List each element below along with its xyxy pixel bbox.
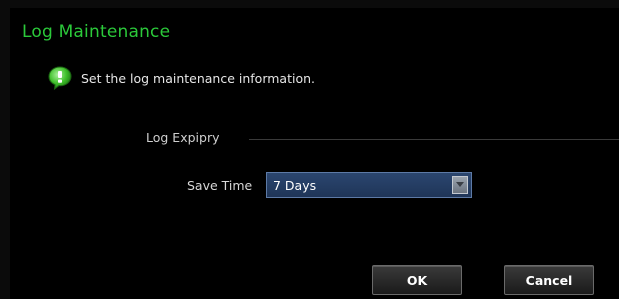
- save-time-label: Save Time: [187, 178, 253, 193]
- info-text: Set the log maintenance information.: [81, 70, 315, 86]
- ok-button[interactable]: OK: [372, 265, 462, 295]
- log-expiry-section-label: Log Expipry: [146, 130, 220, 145]
- dialog-panel: [10, 8, 619, 299]
- cancel-button[interactable]: Cancel: [504, 265, 594, 295]
- chevron-down-icon[interactable]: [452, 176, 468, 194]
- dialog-title: Log Maintenance: [22, 22, 171, 42]
- info-row: Set the log maintenance information.: [47, 64, 315, 92]
- info-bubble-icon: [47, 65, 73, 91]
- save-time-value: 7 Days: [273, 177, 317, 193]
- save-time-select[interactable]: 7 Days: [266, 172, 472, 198]
- section-divider: [249, 139, 619, 140]
